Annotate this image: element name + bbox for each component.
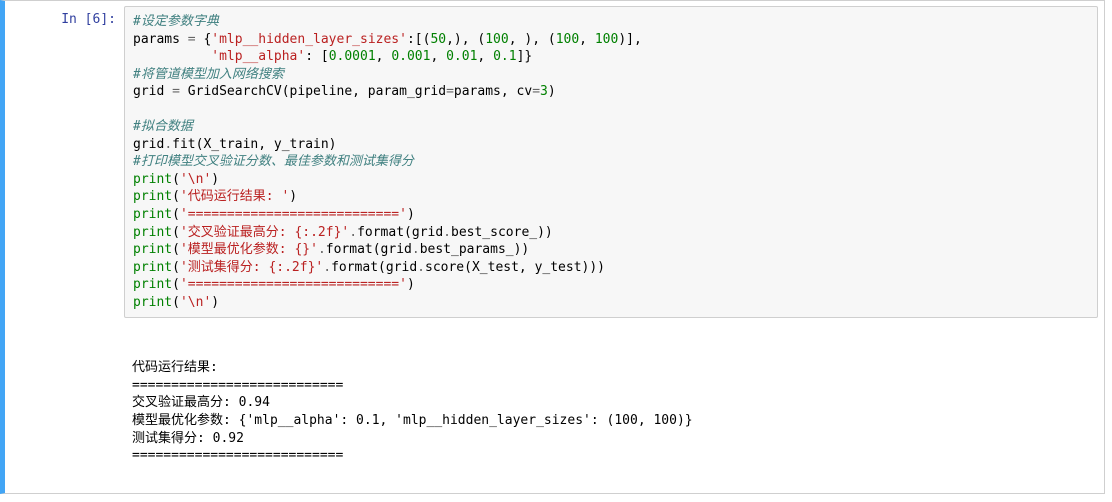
code-builtin: print <box>133 277 172 292</box>
output-line: 模型最优化参数: {'mlp__alpha': 0.1, 'mlp__hidde… <box>132 413 693 428</box>
code-token: ) <box>211 295 219 310</box>
code-builtin: print <box>133 242 172 257</box>
code-token: { <box>196 32 212 47</box>
code-editor[interactable]: #设定参数字典 params = {'mlp__hidden_layer_siz… <box>124 6 1098 318</box>
output-line: 交叉验证最高分: 0.94 <box>132 395 270 410</box>
code-token: best_params_)) <box>420 242 530 257</box>
code-comment: #拟合数据 <box>133 119 193 134</box>
code-token: grid <box>133 84 172 99</box>
code-builtin: print <box>133 295 172 310</box>
output-prompt <box>11 324 124 329</box>
code-comment: #设定参数字典 <box>133 14 219 29</box>
code-token: ) <box>407 277 415 292</box>
code-string: '\n' <box>180 172 211 187</box>
code-string: '\n' <box>180 295 211 310</box>
code-token: score(X_test, y_test))) <box>425 260 605 275</box>
code-token: , ), ( <box>509 32 556 47</box>
code-token: ( <box>172 172 180 187</box>
output-line: 测试集得分: 0.92 <box>132 431 244 446</box>
stdout-output: 代码运行结果: =========================== 交叉验证… <box>124 324 1098 488</box>
code-token: ) <box>289 189 297 204</box>
code-builtin: print <box>133 225 172 240</box>
code-token: ( <box>172 295 180 310</box>
code-number: 50 <box>430 32 446 47</box>
code-token: . <box>349 225 357 240</box>
code-token: ) <box>548 84 556 99</box>
output-cell: 代码运行结果: =========================== 交叉验证… <box>5 321 1104 491</box>
code-comment: #将管道模型加入网络搜索 <box>133 67 284 82</box>
output-line: 代码运行结果: <box>132 360 226 375</box>
code-token: ) <box>407 207 415 222</box>
code-token: ( <box>172 277 180 292</box>
code-token: params, cv <box>454 84 532 99</box>
code-token: ,), ( <box>446 32 485 47</box>
code-token: = <box>172 84 180 99</box>
code-token: . <box>412 242 420 257</box>
code-string: 'mlp__hidden_layer_sizes' <box>211 32 407 47</box>
code-token: ( <box>172 207 180 222</box>
code-number: 100 <box>595 32 618 47</box>
code-token: format(grid <box>326 242 412 257</box>
code-token: params <box>133 32 188 47</box>
code-token: , <box>477 49 493 64</box>
code-token: best_score_)) <box>451 225 553 240</box>
code-number: 0.01 <box>446 49 477 64</box>
code-token <box>133 49 211 64</box>
code-token: ) <box>211 172 219 187</box>
code-token: ]} <box>517 49 533 64</box>
output-line: =========================== <box>132 378 343 393</box>
code-token: ( <box>172 260 180 275</box>
code-string: '===========================' <box>180 207 407 222</box>
code-token: . <box>318 242 326 257</box>
code-token: GridSearchCV(pipeline, param_grid <box>180 84 446 99</box>
code-number: 100 <box>556 32 579 47</box>
code-string: 'mlp__alpha' <box>211 49 305 64</box>
code-token: ( <box>172 189 180 204</box>
code-token: fit(X_train, y_train) <box>172 137 336 152</box>
code-token: format(grid <box>357 225 443 240</box>
code-string: '交叉验证最高分: {:.2f}' <box>180 225 349 240</box>
code-number: 0.0001 <box>329 49 376 64</box>
input-prompt: In [6]: <box>11 6 124 29</box>
code-token: ( <box>172 225 180 240</box>
code-token: . <box>443 225 451 240</box>
code-string: '===========================' <box>180 277 407 292</box>
code-builtin: print <box>133 260 172 275</box>
code-token: . <box>417 260 425 275</box>
code-number: 0.001 <box>391 49 430 64</box>
code-token: , <box>376 49 392 64</box>
code-number: 0.1 <box>493 49 516 64</box>
code-number: 100 <box>485 32 508 47</box>
code-token: ( <box>172 242 180 257</box>
code-string: '模型最优化参数: {}' <box>180 242 318 257</box>
output-line: =========================== <box>132 448 343 463</box>
code-string: '代码运行结果: ' <box>180 189 289 204</box>
code-token: = <box>532 84 540 99</box>
code-builtin: print <box>133 189 172 204</box>
code-token: )], <box>618 32 641 47</box>
input-cell: In [6]: #设定参数字典 params = {'mlp__hidden_l… <box>5 3 1104 321</box>
code-builtin: print <box>133 172 172 187</box>
code-token: = <box>446 84 454 99</box>
code-comment: #打印模型交叉验证分数、最佳参数和测试集得分 <box>133 154 414 169</box>
code-builtin: print <box>133 207 172 222</box>
code-token: : [ <box>305 49 328 64</box>
code-number: 3 <box>540 84 548 99</box>
notebook-cell: In [6]: #设定参数字典 params = {'mlp__hidden_l… <box>0 0 1105 494</box>
code-token: format(grid <box>331 260 417 275</box>
code-token: = <box>188 32 196 47</box>
code-token: . <box>323 260 331 275</box>
code-token: :[( <box>407 32 430 47</box>
code-token: grid <box>133 137 164 152</box>
code-token: . <box>164 137 172 152</box>
code-token: , <box>579 32 595 47</box>
code-string: '测试集得分: {:.2f}' <box>180 260 323 275</box>
code-token: , <box>430 49 446 64</box>
